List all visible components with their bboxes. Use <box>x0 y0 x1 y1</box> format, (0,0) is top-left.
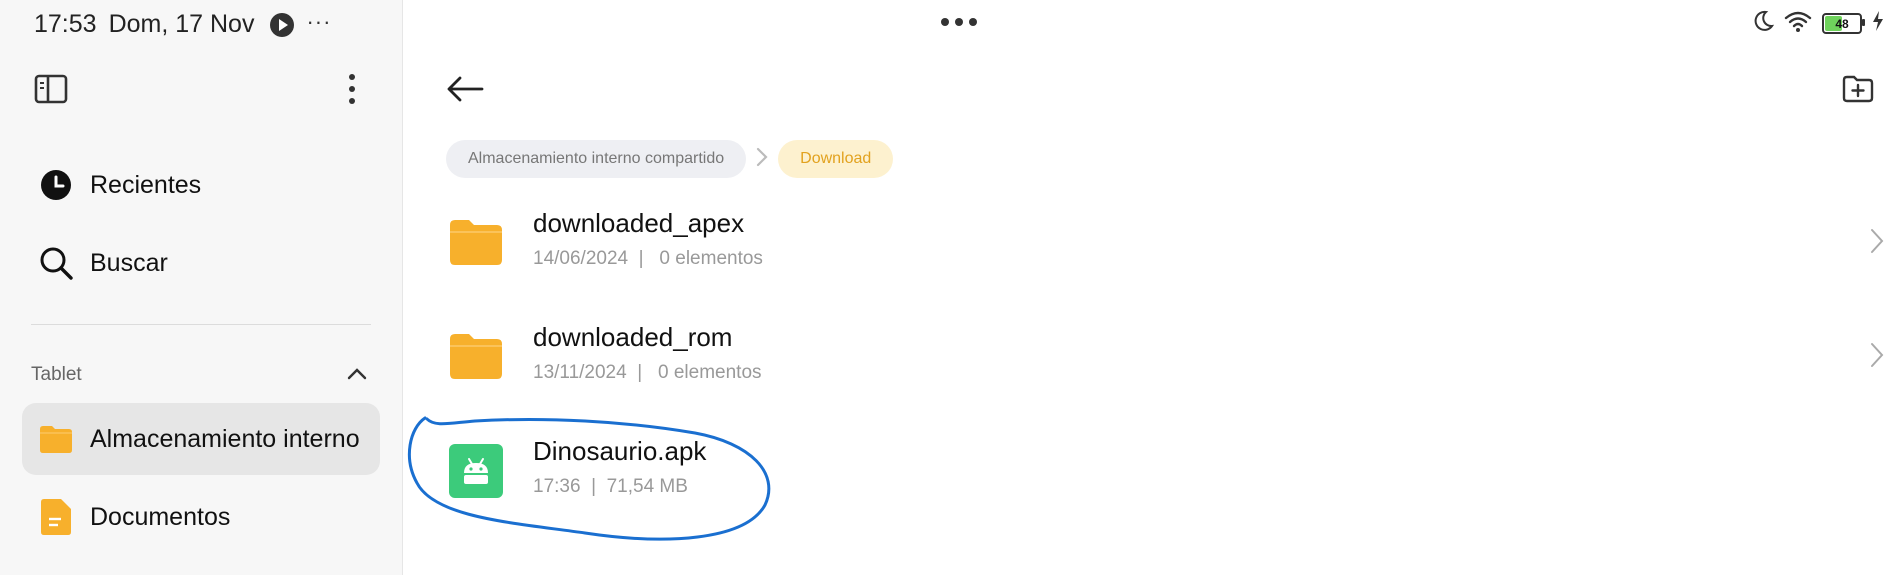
section-title-tablet: Tablet <box>31 364 82 385</box>
back-arrow-icon[interactable] <box>445 74 485 104</box>
more-notifications-icon: ··· <box>306 8 332 34</box>
new-folder-icon[interactable] <box>1842 74 1874 104</box>
status-date: Dom, 17 Nov <box>108 10 255 38</box>
nav-item-label: Recientes <box>90 170 202 199</box>
folder-icon <box>449 332 503 386</box>
folder-icon <box>22 424 90 454</box>
nav-item-label: Documentos <box>90 502 231 531</box>
sidebar-toggle-icon[interactable] <box>34 74 68 104</box>
breadcrumb-root[interactable]: Almacenamiento interno compartido <box>446 140 747 178</box>
charging-bolt-icon <box>1872 11 1884 36</box>
breadcrumb-separator-chevron-icon <box>756 147 768 172</box>
nav-item-almacenamiento-interno[interactable]: Almacenamiento interno <box>22 403 380 475</box>
file-meta: 14/06/2024 | 0 elementos <box>533 248 763 269</box>
android-apk-icon <box>449 444 503 498</box>
media-play-icon <box>270 12 295 37</box>
collapse-chevron-up-icon[interactable] <box>346 366 368 382</box>
list-item-downloaded-rom[interactable]: downloaded_rom 13/11/2024 | 0 elementos <box>403 302 1898 412</box>
status-bar-left: 17:53 Dom, 17 Nov ··· <box>34 8 332 39</box>
chevron-right-icon <box>1870 228 1884 259</box>
breadcrumb: Almacenamiento interno compartido Downlo… <box>446 140 894 178</box>
sidebar: 17:53 Dom, 17 Nov ··· Recientes Buscar T… <box>0 0 403 575</box>
chevron-right-icon <box>1870 342 1884 373</box>
nav-item-recientes[interactable]: Recientes <box>22 149 380 221</box>
window-handle-icon[interactable] <box>941 18 977 26</box>
nav-item-buscar[interactable]: Buscar <box>22 227 380 299</box>
status-bar-right: 48 <box>1752 10 1884 37</box>
file-name: downloaded_apex <box>533 208 745 238</box>
sidebar-divider <box>31 324 371 325</box>
search-icon <box>22 246 90 280</box>
status-time: 17:53 <box>34 10 97 38</box>
file-meta: 13/11/2024 | 0 elementos <box>533 362 762 383</box>
nav-item-label: Buscar <box>90 248 168 277</box>
nav-item-documentos[interactable]: Documentos <box>22 481 380 553</box>
do-not-disturb-moon-icon <box>1752 10 1775 37</box>
more-options-icon[interactable] <box>340 72 364 106</box>
nav-item-label: Almacenamiento interno <box>90 424 360 453</box>
document-icon <box>22 499 90 535</box>
clock-icon <box>22 169 90 201</box>
list-item-dinosaurio-apk[interactable]: Dinosaurio.apk 17:36 | 71,54 MB <box>403 416 1898 526</box>
file-name: Dinosaurio.apk <box>533 436 707 466</box>
main-panel: 48 Almacenamiento interno compartido Dow… <box>403 0 1898 575</box>
file-meta: 17:36 | 71,54 MB <box>533 476 688 497</box>
folder-icon <box>449 218 503 272</box>
battery-icon: 48 <box>1822 13 1865 34</box>
breadcrumb-current[interactable]: Download <box>778 140 894 178</box>
wifi-icon <box>1784 10 1812 37</box>
list-item-downloaded-apex[interactable]: downloaded_apex 14/06/2024 | 0 elementos <box>403 188 1898 298</box>
battery-level: 48 <box>1835 16 1849 31</box>
file-name: downloaded_rom <box>533 322 733 352</box>
